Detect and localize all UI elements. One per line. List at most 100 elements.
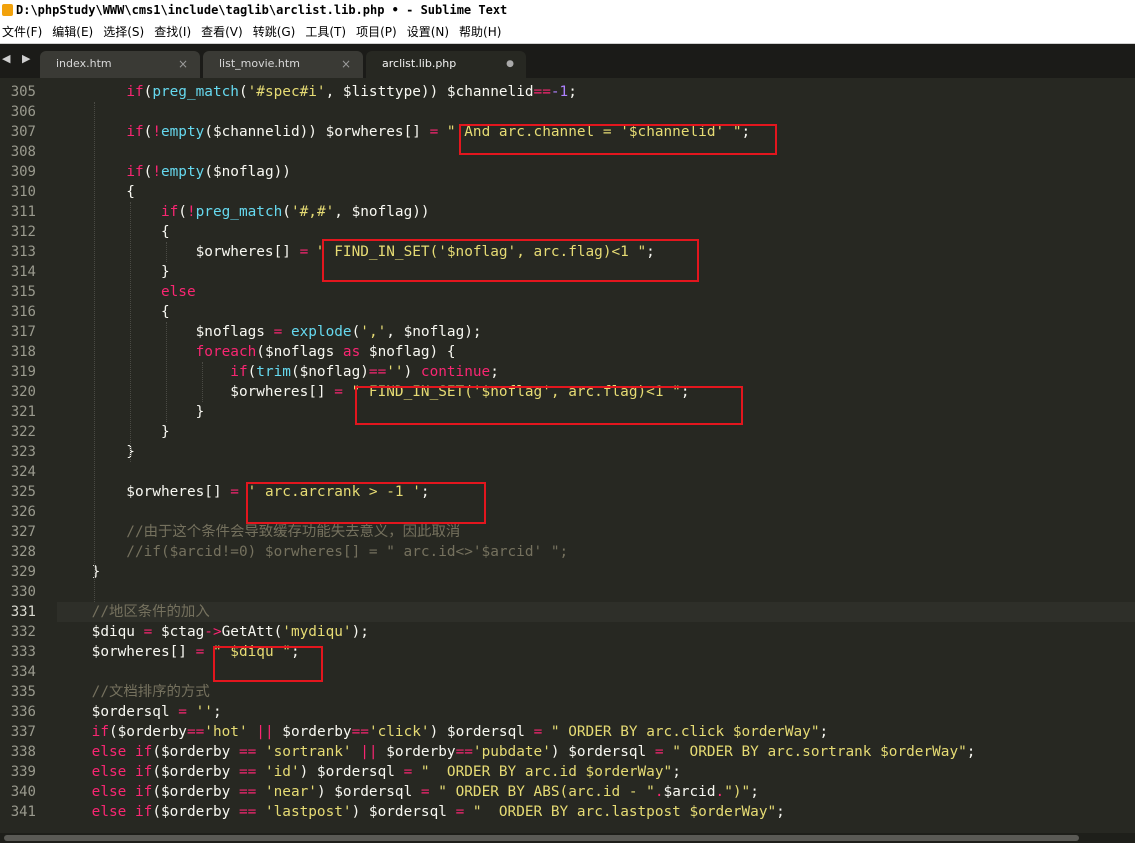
tab-index-htm[interactable]: index.htm × bbox=[40, 51, 200, 78]
menu-item[interactable]: 转跳(G) bbox=[251, 23, 302, 40]
code-token: == bbox=[368, 364, 387, 380]
code-token: ! bbox=[152, 164, 161, 180]
code-token: ( bbox=[178, 204, 187, 220]
menu-item[interactable]: 编辑(E) bbox=[50, 23, 99, 40]
line-number: 329 bbox=[10, 564, 36, 580]
menu-item[interactable]: 项目(P) bbox=[354, 23, 403, 40]
tab-close-icon[interactable]: × bbox=[341, 51, 351, 77]
code-token: = bbox=[299, 244, 309, 260]
code-token: ! bbox=[186, 204, 196, 220]
code-line[interactable]: else if($orderby == 'id') $ordersql = " … bbox=[57, 762, 1135, 782]
code-line[interactable]: if(trim($noflag)=='') continue; bbox=[57, 362, 1135, 382]
code-token: } bbox=[57, 444, 135, 460]
code-line[interactable]: else if($orderby == 'near') $ordersql = … bbox=[57, 782, 1135, 802]
tab-close-icon[interactable]: × bbox=[178, 51, 188, 77]
code-line[interactable] bbox=[57, 502, 1135, 522]
menu-item[interactable]: 查找(I) bbox=[152, 23, 197, 40]
code-line[interactable]: if(!empty($noflag)) bbox=[57, 162, 1135, 182]
menu-item[interactable]: 查看(V) bbox=[199, 23, 249, 40]
code-token: ($noflag)) bbox=[204, 164, 291, 180]
code-line[interactable] bbox=[57, 582, 1135, 602]
code-line[interactable]: //if($arcid!=0) $orwheres[] = " arc.id<>… bbox=[57, 542, 1135, 562]
code-area[interactable]: if(preg_match('#spec#i', $listtype)) $ch… bbox=[57, 82, 1135, 833]
window-titlebar: D:\phpStudy\WWW\cms1\include\taglib\arcl… bbox=[0, 0, 1135, 20]
code-token: ; bbox=[966, 744, 976, 760]
code-line[interactable]: if($orderby=='hot' || $orderby=='click')… bbox=[57, 722, 1135, 742]
code-line[interactable]: if(preg_match('#spec#i', $listtype)) $ch… bbox=[57, 82, 1135, 102]
line-number: 305 bbox=[10, 84, 36, 100]
code-token: , $noflag); bbox=[386, 324, 482, 340]
code-line[interactable]: } bbox=[57, 562, 1135, 582]
code-token: ( bbox=[143, 84, 153, 100]
menu-item[interactable]: 选择(S) bbox=[101, 23, 150, 40]
tab-arclist-lib-php[interactable]: arclist.lib.php ● bbox=[366, 51, 526, 78]
code-line[interactable]: $noflags = explode(',', $noflag); bbox=[57, 322, 1135, 342]
code-line[interactable]: //文档排序的方式 bbox=[57, 682, 1135, 702]
menu-item[interactable]: 文件(F) bbox=[0, 23, 48, 40]
code-token: 'lastpost' bbox=[264, 804, 352, 820]
code-token: if bbox=[134, 804, 153, 820]
code-line[interactable]: else if($orderby == 'sortrank' || $order… bbox=[57, 742, 1135, 762]
code-token: ($orderby bbox=[108, 724, 187, 740]
horizontal-scrollbar[interactable] bbox=[0, 833, 1135, 843]
code-line[interactable]: $diqu = $ctag->GetAtt('mydiqu'); bbox=[57, 622, 1135, 642]
code-line[interactable]: } bbox=[57, 422, 1135, 442]
indent-guide bbox=[166, 322, 167, 422]
indent-guide bbox=[130, 202, 131, 462]
code-line[interactable]: } bbox=[57, 442, 1135, 462]
menu-item[interactable]: 设置(N) bbox=[405, 23, 455, 40]
code-line[interactable]: if(!preg_match('#,#', $noflag)) bbox=[57, 202, 1135, 222]
code-token: ) bbox=[403, 364, 421, 380]
tab-modified-dot-icon[interactable]: ● bbox=[506, 51, 514, 77]
line-number: 333 bbox=[10, 644, 36, 660]
tab-list-movie-htm[interactable]: list_movie.htm × bbox=[203, 51, 363, 78]
code-line[interactable]: else if($orderby == 'lastpost') $ordersq… bbox=[57, 802, 1135, 822]
scrollbar-thumb[interactable] bbox=[4, 835, 1079, 841]
line-number: 341 bbox=[10, 804, 36, 820]
code-line[interactable]: { bbox=[57, 302, 1135, 322]
code-editor[interactable]: //频道id 305306307308309310311312313314315… bbox=[0, 78, 1135, 833]
code-token: ; bbox=[776, 804, 785, 820]
tab-label: list_movie.htm bbox=[219, 57, 300, 70]
code-token: if bbox=[134, 764, 153, 780]
code-token: trim bbox=[256, 364, 291, 380]
line-number: 315 bbox=[10, 284, 36, 300]
code-line[interactable]: //由于这个条件会导致缓存功能失去意义，因此取消 bbox=[57, 522, 1135, 542]
code-token: ( bbox=[143, 164, 153, 180]
code-token: = bbox=[178, 704, 187, 720]
code-token: ($orderby bbox=[152, 804, 239, 820]
code-line[interactable] bbox=[57, 462, 1135, 482]
code-token: == bbox=[238, 764, 257, 780]
line-number: 334 bbox=[10, 664, 36, 680]
code-token: if bbox=[230, 364, 248, 380]
code-line[interactable]: { bbox=[57, 182, 1135, 202]
code-line[interactable]: $ordersql = ''; bbox=[57, 702, 1135, 722]
code-token: as bbox=[342, 344, 361, 360]
code-token: } bbox=[57, 424, 170, 440]
code-token: ) $ordersql bbox=[351, 804, 456, 820]
code-line[interactable]: else bbox=[57, 282, 1135, 302]
code-line[interactable]: $orwheres[] = ' arc.arcrank > -1 '; bbox=[57, 482, 1135, 502]
code-line[interactable]: //地区条件的加入 bbox=[57, 602, 1135, 622]
code-line[interactable]: foreach($noflags as $noflag) { bbox=[57, 342, 1135, 362]
code-token: = bbox=[403, 764, 413, 780]
menu-item[interactable]: 帮助(H) bbox=[457, 23, 507, 40]
code-token: 'near' bbox=[264, 784, 317, 800]
menu-item[interactable]: 工具(T) bbox=[303, 23, 352, 40]
code-line[interactable] bbox=[57, 102, 1135, 122]
code-token: == bbox=[238, 804, 257, 820]
code-token: 'hot' bbox=[204, 724, 248, 740]
line-number: 338 bbox=[10, 744, 36, 760]
tab-nav-arrows-icon[interactable]: ◀ ▶ bbox=[2, 52, 34, 65]
code-token: " ORDER BY arc.id $orderWay" bbox=[420, 764, 673, 780]
